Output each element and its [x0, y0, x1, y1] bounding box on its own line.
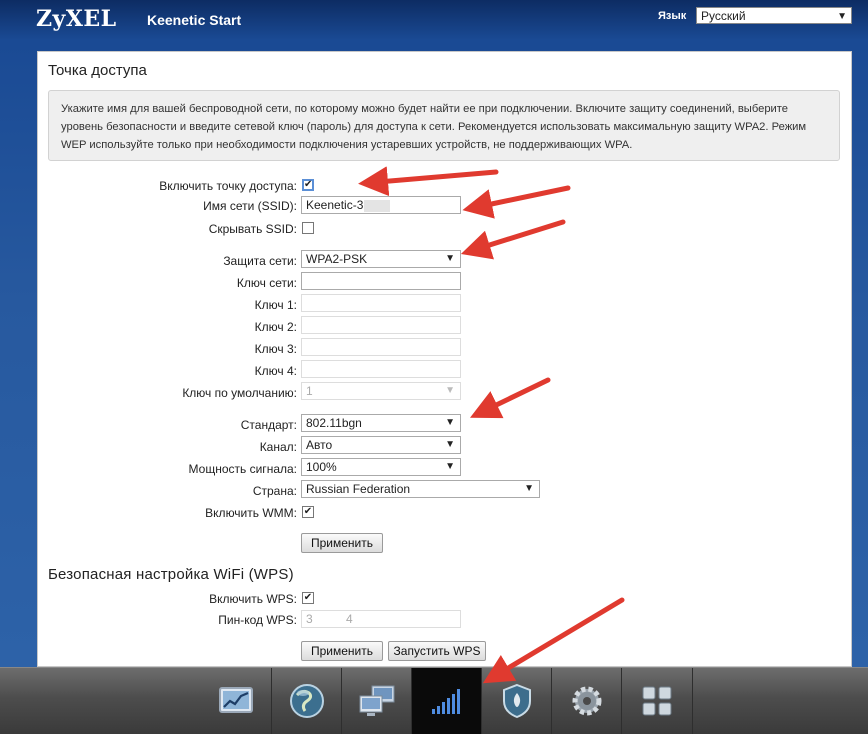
security-label: Защита сети:: [223, 254, 297, 268]
standard-select[interactable]: 802.11bgn ▼: [301, 414, 461, 432]
key1-label: Ключ 1:: [254, 298, 297, 312]
wmm-label: Включить WMM:: [205, 506, 297, 520]
chevron-down-icon: ▼: [445, 385, 455, 396]
row-security: Защита сети: WPA2-PSK ▼: [38, 249, 853, 269]
standard-value: 802.11bgn: [306, 416, 362, 430]
row-key4: Ключ 4:: [38, 360, 853, 380]
security-value: WPA2-PSK: [306, 252, 368, 266]
channel-label: Канал:: [259, 440, 297, 454]
row-wmm: Включить WMM: ✔: [38, 502, 853, 522]
language-select[interactable]: Русский ▼: [696, 7, 852, 24]
wmm-checkbox[interactable]: ✔: [302, 506, 314, 518]
taskbar-system[interactable]: [551, 668, 622, 734]
row-key1: Ключ 1:: [38, 294, 853, 314]
row-key2: Ключ 2:: [38, 316, 853, 336]
row-wps-enable: Включить WPS: ✔: [38, 588, 853, 608]
ssid-label: Имя сети (SSID):: [203, 199, 297, 213]
chevron-down-icon: ▼: [445, 461, 455, 472]
start-wps-button[interactable]: Запустить WPS: [388, 641, 486, 661]
row-wps-pin: Пин-код WPS: 3 4: [38, 609, 853, 629]
chevron-down-icon: ▼: [524, 483, 534, 494]
chevron-down-icon: ▼: [837, 11, 847, 22]
wps-title: Безопасная настройка WiFi (WPS): [48, 566, 294, 583]
model-name: Keenetic Start: [147, 12, 242, 28]
row-hide-ssid: Скрывать SSID:: [38, 219, 853, 239]
power-label: Мощность сигнала:: [188, 462, 297, 476]
taskbar-internet[interactable]: [271, 668, 342, 734]
country-select[interactable]: Russian Federation ▼: [301, 480, 540, 498]
country-label: Страна:: [252, 484, 297, 498]
row-channel: Канал: Авто ▼: [38, 435, 853, 455]
ssid-input[interactable]: Keenetic-3: [301, 196, 461, 214]
access-point-title: Точка доступа: [48, 62, 147, 79]
default-key-label: Ключ по умолчанию:: [182, 386, 297, 400]
row-standard: Стандарт: 802.11bgn ▼: [38, 413, 853, 433]
network-icon: [359, 685, 395, 716]
taskbar: [0, 667, 868, 734]
apps-grid-icon: [642, 686, 672, 716]
gear-icon: [572, 686, 602, 716]
hide-ssid-label: Скрывать SSID:: [208, 222, 297, 236]
brand-logo: ZyXEL: [36, 6, 117, 32]
channel-select[interactable]: Авто ▼: [301, 436, 461, 454]
settings-panel: Точка доступа Укажите имя для вашей бесп…: [37, 51, 852, 667]
wps-enable-label: Включить WPS:: [209, 592, 297, 606]
key3-label: Ключ 3:: [254, 342, 297, 356]
ssid-value: Keenetic-3: [306, 198, 364, 212]
hide-ssid-checkbox[interactable]: [302, 222, 314, 234]
key3-input[interactable]: [301, 338, 461, 356]
chevron-down-icon: ▼: [445, 417, 455, 428]
taskbar-apps[interactable]: [621, 668, 693, 734]
default-key-select[interactable]: 1 ▼: [301, 382, 461, 400]
taskbar-monitor[interactable]: [201, 668, 271, 734]
language-value: Русский: [701, 9, 746, 23]
key2-input[interactable]: [301, 316, 461, 334]
row-network-key: Ключ сети:: [38, 272, 853, 292]
power-value: 100%: [306, 460, 337, 474]
chevron-down-icon: ▼: [445, 253, 455, 264]
info-box: Укажите имя для вашей беспроводной сети,…: [48, 90, 840, 161]
key2-label: Ключ 2:: [254, 320, 297, 334]
standard-label: Стандарт:: [240, 418, 297, 432]
key1-input[interactable]: [301, 294, 461, 312]
network-key-input[interactable]: [301, 272, 461, 290]
wps-enable-checkbox[interactable]: ✔: [302, 592, 314, 604]
apply-button[interactable]: Применить: [301, 533, 383, 553]
taskbar-security[interactable]: [481, 668, 552, 734]
row-country: Страна: Russian Federation ▼: [38, 479, 853, 499]
row-ssid: Имя сети (SSID): Keenetic-3: [38, 196, 853, 216]
wifi-signal-icon: [432, 689, 460, 714]
enable-ap-checkbox[interactable]: ✔: [302, 179, 314, 191]
wps-pin-input[interactable]: 3 4: [301, 610, 461, 628]
key4-input[interactable]: [301, 360, 461, 378]
enable-ap-label: Включить точку доступа:: [159, 179, 297, 193]
row-enable-ap: Включить точку доступа: ✔: [38, 176, 853, 196]
taskbar-wifi[interactable]: [411, 668, 482, 734]
channel-value: Авто: [306, 438, 333, 452]
language-label: Язык: [658, 10, 687, 22]
default-key-value: 1: [306, 384, 313, 398]
wps-pin-label: Пин-код WPS:: [218, 613, 297, 627]
key4-label: Ключ 4:: [254, 364, 297, 378]
monitor-icon: [219, 687, 253, 713]
header: ZyXEL Keenetic Start Язык Русский ▼: [0, 0, 868, 42]
wps-apply-button[interactable]: Применить: [301, 641, 383, 661]
globe-icon: [290, 684, 324, 718]
row-power: Мощность сигнала: 100% ▼: [38, 457, 853, 477]
redaction-mask: [364, 199, 391, 212]
security-select[interactable]: WPA2-PSK ▼: [301, 250, 461, 268]
taskbar-network[interactable]: [341, 668, 412, 734]
row-default-key: Ключ по умолчанию: 1 ▼: [38, 382, 853, 402]
power-select[interactable]: 100% ▼: [301, 458, 461, 476]
row-key3: Ключ 3:: [38, 338, 853, 358]
chevron-down-icon: ▼: [445, 439, 455, 450]
network-key-label: Ключ сети:: [236, 276, 297, 290]
country-value: Russian Federation: [306, 482, 411, 496]
shield-icon: [503, 683, 531, 719]
